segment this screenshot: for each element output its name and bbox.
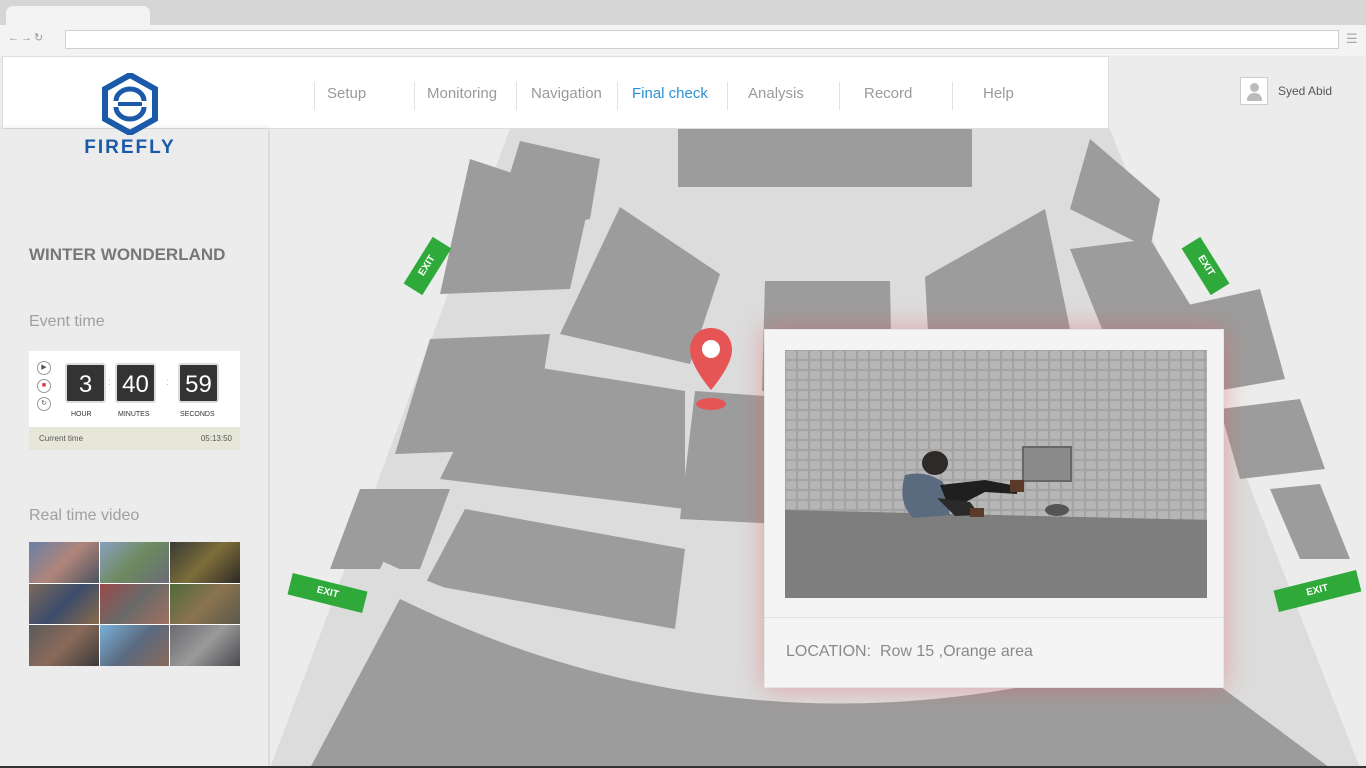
video-thumbnail[interactable] [99, 583, 170, 625]
firefly-logo-icon [102, 73, 158, 135]
video-thumbnail[interactable] [99, 625, 170, 666]
location-label: LOCATION: [786, 643, 872, 660]
nav-label: Final check [632, 85, 708, 102]
nav-help[interactable]: Help [952, 82, 1042, 110]
colon-separator: : [166, 377, 169, 388]
nav-label: Help [983, 85, 1014, 102]
seconds-display: 59 [178, 363, 219, 403]
divider [765, 617, 1225, 618]
browser-nav-buttons[interactable]: ←→↻ [8, 31, 45, 44]
nav-record[interactable]: Record [839, 82, 952, 110]
current-time-value: 05:13:50 [200, 434, 232, 443]
browser-menu-icon[interactable]: ☰ [1346, 31, 1358, 47]
address-bar[interactable] [65, 30, 1339, 49]
location-value: Row 15 ,Orange area [879, 643, 1033, 660]
brand-name: FIREFLY [84, 137, 176, 158]
current-time-label: Current time [39, 434, 84, 443]
nav-setup[interactable]: Setup [314, 82, 414, 110]
event-time-label: Event time [29, 313, 105, 330]
real-time-video-label: Real time video [29, 507, 140, 524]
colon-separator: : [108, 377, 111, 388]
minutes-label: MINUTES [118, 411, 150, 418]
video-grid [29, 542, 240, 666]
seconds-label: SECONDS [180, 411, 215, 418]
incident-popup: LOCATION: Row 15 ,Orange area [764, 329, 1225, 688]
event-name: WINTER WONDERLAND [29, 245, 226, 264]
play-icon[interactable]: ▶ [37, 361, 51, 375]
video-thumbnail[interactable] [170, 625, 240, 666]
minutes-display: 40 [115, 363, 156, 403]
nav-label: Analysis [748, 85, 804, 102]
app-logo[interactable]: FIREFLY [70, 73, 190, 159]
incident-location: LOCATION: Row 15 ,Orange area [786, 643, 1033, 661]
nav-label: Navigation [531, 85, 602, 102]
reload-icon[interactable]: ↻ [34, 32, 45, 44]
event-timer: ▶ ■ ↻ 3 : 40 : 59 HOUR MINUTES SECONDS C… [29, 351, 240, 450]
nav-final-check[interactable]: Final check [617, 82, 727, 110]
stop-icon[interactable]: ■ [37, 379, 51, 393]
user-name[interactable]: Syed Abid [1278, 84, 1332, 98]
video-thumbnail[interactable] [99, 542, 170, 583]
video-thumbnail[interactable] [29, 542, 99, 583]
hours-display: 3 [65, 363, 106, 403]
avatar-icon[interactable] [1240, 77, 1268, 105]
video-thumbnail[interactable] [170, 583, 240, 625]
browser-toolbar: ←→↻ ☰ [0, 25, 1366, 56]
nav-label: Setup [327, 85, 367, 102]
nav-navigation[interactable]: Navigation [516, 82, 617, 110]
location-pin-icon[interactable] [688, 326, 734, 417]
nav-label: Monitoring [427, 85, 498, 102]
browser-chrome: ←→↻ ☰ [0, 0, 1366, 56]
incident-camera-image[interactable] [785, 350, 1207, 598]
reset-icon[interactable]: ↻ [37, 397, 51, 411]
forward-icon[interactable]: → [21, 32, 34, 44]
camera-snapshot-image [785, 350, 1207, 598]
nav-analysis[interactable]: Analysis [727, 82, 839, 110]
nav-label: Record [864, 85, 913, 102]
hour-label: HOUR [71, 411, 92, 418]
current-time-bar: Current time 05:13:50 [29, 427, 240, 450]
nav-monitoring[interactable]: Monitoring [414, 82, 516, 110]
video-thumbnail[interactable] [29, 625, 99, 666]
browser-tab[interactable] [6, 6, 150, 26]
back-icon[interactable]: ← [8, 32, 21, 44]
video-thumbnail[interactable] [29, 583, 99, 625]
video-thumbnail[interactable] [170, 542, 240, 583]
